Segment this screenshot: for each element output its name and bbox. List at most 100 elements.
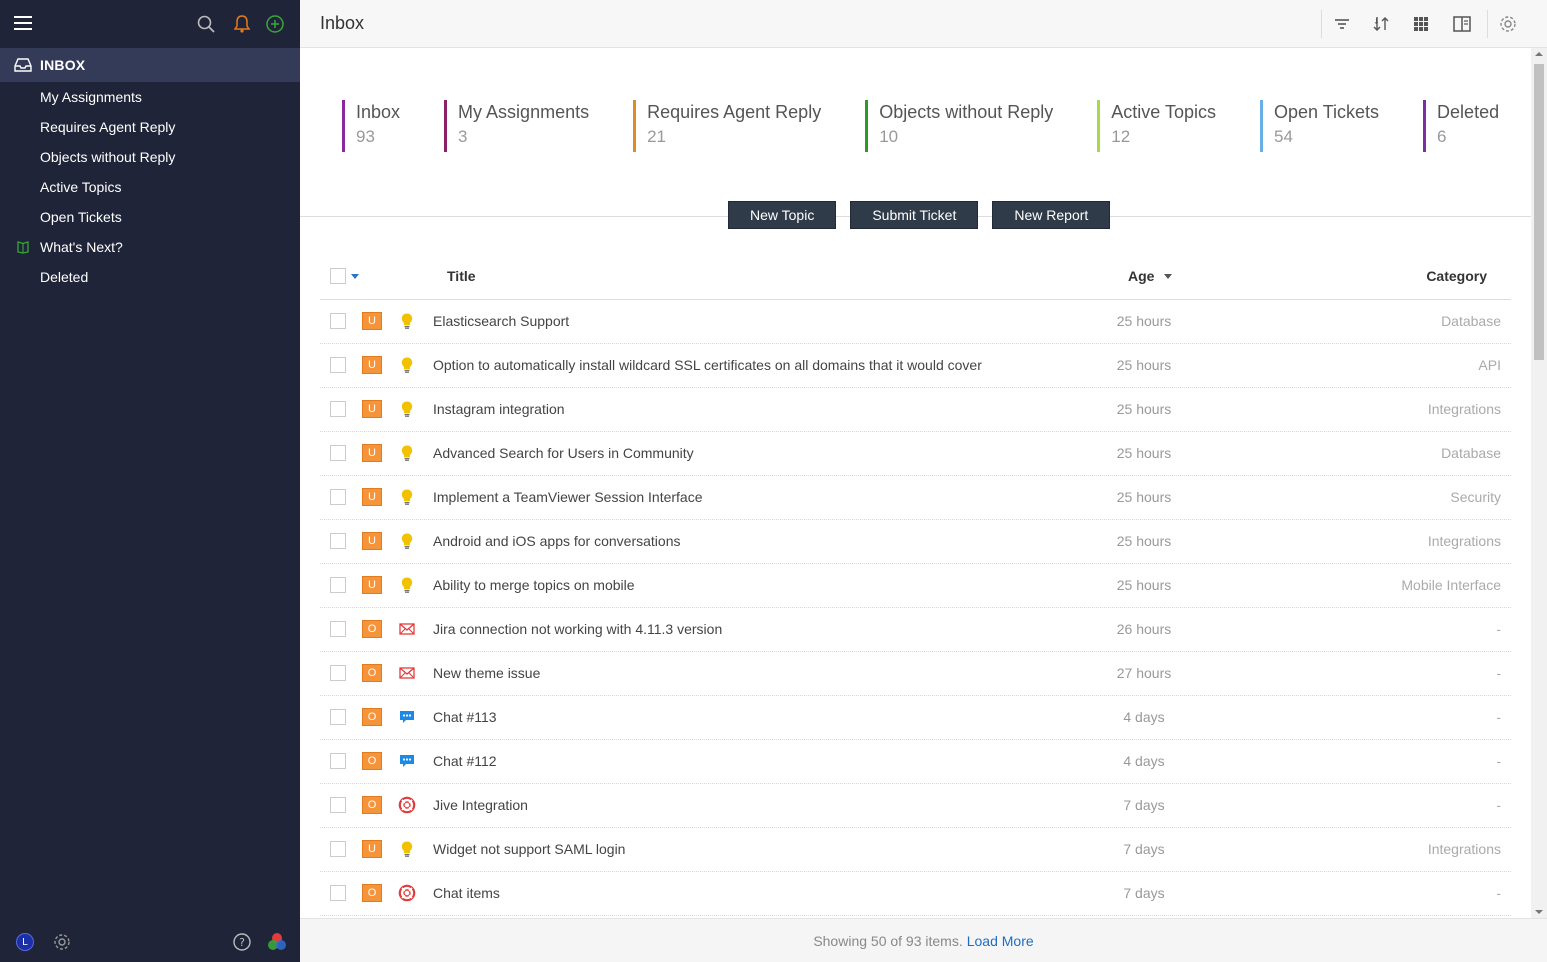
stat-open-tickets[interactable]: Open Tickets 54 xyxy=(1260,100,1379,152)
new-topic-button[interactable]: New Topic xyxy=(728,201,837,229)
row-title[interactable]: Chat items xyxy=(433,885,500,901)
row-checkbox[interactable] xyxy=(330,533,346,549)
row-checkbox[interactable] xyxy=(330,665,346,681)
avatar[interactable]: L xyxy=(16,933,34,951)
scroll-up-arrow-icon[interactable] xyxy=(1535,52,1543,56)
stat-objects-without-reply[interactable]: Objects without Reply 10 xyxy=(865,100,1053,152)
brand-logo-icon[interactable] xyxy=(267,932,287,952)
row-category: Integrations xyxy=(1427,401,1501,417)
grid-view-icon[interactable] xyxy=(1410,13,1432,35)
select-menu-caret-icon[interactable] xyxy=(351,274,359,279)
row-category: - xyxy=(1496,753,1501,769)
row-checkbox[interactable] xyxy=(330,401,346,417)
row-title[interactable]: Advanced Search for Users in Community xyxy=(433,445,694,461)
stat-my-assignments[interactable]: My Assignments 3 xyxy=(444,100,589,152)
sidebar: INBOX My Assignments Requires Agent Repl… xyxy=(0,0,300,962)
row-checkbox[interactable] xyxy=(330,621,346,637)
row-title[interactable]: Option to automatically install wildcard… xyxy=(433,357,982,373)
lightbulb-icon xyxy=(398,576,416,594)
row-checkbox[interactable] xyxy=(330,357,346,373)
row-title[interactable]: Jive Integration xyxy=(433,797,528,813)
search-icon[interactable] xyxy=(196,14,216,34)
load-more-link[interactable]: Load More xyxy=(967,933,1034,949)
sort-icon[interactable]: ↓ xyxy=(1370,13,1392,35)
bell-icon[interactable] xyxy=(232,14,252,34)
sidebar-nav-list: My Assignments Requires Agent Reply Obje… xyxy=(0,82,300,292)
row-title[interactable]: New theme issue xyxy=(433,665,540,681)
sidebar-inbox-label: INBOX xyxy=(40,57,86,73)
stat-requires-agent-reply[interactable]: Requires Agent Reply 21 xyxy=(633,100,821,152)
row-title[interactable]: Android and iOS apps for conversations xyxy=(433,533,680,549)
row-checkbox[interactable] xyxy=(330,885,346,901)
stat-active-topics[interactable]: Active Topics 12 xyxy=(1097,100,1216,152)
row-checkbox[interactable] xyxy=(330,489,346,505)
lightbulb-icon xyxy=(398,488,416,506)
row-checkbox[interactable] xyxy=(330,753,346,769)
row-category: Database xyxy=(1441,313,1501,329)
split-view-icon[interactable] xyxy=(1451,13,1473,35)
sidebar-item-deleted[interactable]: Deleted xyxy=(0,262,300,292)
row-checkbox[interactable] xyxy=(330,313,346,329)
table-row[interactable]: O Chat items 7 days - xyxy=(320,872,1511,916)
vertical-scrollbar[interactable] xyxy=(1531,48,1547,918)
sidebar-item-my-assignments[interactable]: My Assignments xyxy=(0,82,300,112)
new-report-button[interactable]: New Report xyxy=(992,201,1111,229)
table-row[interactable]: O Chat #113 4 days - xyxy=(320,696,1511,740)
status-badge: O xyxy=(362,708,382,726)
table-row[interactable]: O Jive Integration 7 days - xyxy=(320,784,1511,828)
add-circle-icon[interactable] xyxy=(265,14,285,34)
help-icon[interactable]: ? xyxy=(232,932,252,952)
row-checkbox[interactable] xyxy=(330,841,346,857)
row-title[interactable]: Chat #112 xyxy=(433,753,497,769)
sidebar-item-objects-without-reply[interactable]: Objects without Reply xyxy=(0,142,300,172)
row-title[interactable]: Implement a TeamViewer Session Interface xyxy=(433,489,703,505)
sidebar-item-open-tickets[interactable]: Open Tickets xyxy=(0,202,300,232)
row-title[interactable]: Jira connection not working with 4.11.3 … xyxy=(433,621,722,637)
column-header-age[interactable]: Age xyxy=(1128,268,1154,284)
table-row[interactable]: U Advanced Search for Users in Community 2… xyxy=(320,432,1511,476)
table-row[interactable]: U Widget not support SAML login 7 days Inte… xyxy=(320,828,1511,872)
row-checkbox[interactable] xyxy=(330,577,346,593)
row-category: Integrations xyxy=(1427,841,1501,857)
header-divider xyxy=(1321,10,1322,38)
stat-inbox[interactable]: Inbox 93 xyxy=(342,100,400,152)
table-row[interactable]: U Ability to merge topics on mobile 25 hou… xyxy=(320,564,1511,608)
filter-icon[interactable] xyxy=(1331,13,1353,35)
row-checkbox[interactable] xyxy=(330,709,346,725)
submit-ticket-button[interactable]: Submit Ticket xyxy=(850,201,979,229)
row-title[interactable]: Instagram integration xyxy=(433,401,565,417)
sidebar-item-active-topics[interactable]: Active Topics xyxy=(0,172,300,202)
column-header-title[interactable]: Title xyxy=(447,268,476,284)
row-title[interactable]: Elasticsearch Support xyxy=(433,313,569,329)
row-age: 7 days xyxy=(1123,797,1165,813)
select-all-checkbox[interactable] xyxy=(330,268,346,284)
row-title[interactable]: Chat #113 xyxy=(433,709,497,725)
sidebar-item-inbox[interactable]: INBOX xyxy=(0,48,300,82)
row-checkbox[interactable] xyxy=(330,797,346,813)
table-row[interactable]: O Jira connection not working with 4.11.3… xyxy=(320,608,1511,652)
table-row[interactable]: U Elasticsearch Support 25 hours Database xyxy=(320,300,1511,344)
sort-desc-caret-icon[interactable] xyxy=(1164,274,1172,279)
settings-gear-icon[interactable] xyxy=(1497,13,1519,35)
column-header-category[interactable]: Category xyxy=(1426,268,1487,284)
row-age: 25 hours xyxy=(1116,357,1172,373)
scrollbar-thumb[interactable] xyxy=(1534,64,1544,360)
table-row[interactable]: O Chat #112 4 days - xyxy=(320,740,1511,784)
main-content: Inbox 93 My Assignments 3 Requires Agent… xyxy=(300,48,1531,918)
sidebar-item-whats-next[interactable]: What's Next? xyxy=(0,232,300,262)
row-title[interactable]: Widget not support SAML login xyxy=(433,841,625,857)
table-row[interactable]: U Implement a TeamViewer Session Interfac… xyxy=(320,476,1511,520)
sidebar-item-requires-agent-reply[interactable]: Requires Agent Reply xyxy=(0,112,300,142)
row-checkbox[interactable] xyxy=(330,445,346,461)
gear-icon[interactable] xyxy=(52,932,72,952)
stat-deleted[interactable]: Deleted 6 xyxy=(1423,100,1499,152)
row-title[interactable]: Ability to merge topics on mobile xyxy=(433,577,635,593)
table-row[interactable]: U Instagram integration 25 hours Integratio… xyxy=(320,388,1511,432)
hamburger-menu-icon[interactable] xyxy=(14,16,32,30)
scroll-down-arrow-icon[interactable] xyxy=(1535,910,1543,914)
stat-label: Active Topics xyxy=(1111,102,1216,122)
table-row[interactable]: U Option to automatically install wildcar… xyxy=(320,344,1511,388)
table-row[interactable]: O New theme issue 27 hours - xyxy=(320,652,1511,696)
envelope-icon xyxy=(398,664,416,682)
table-row[interactable]: U Android and iOS apps for conversations 2… xyxy=(320,520,1511,564)
